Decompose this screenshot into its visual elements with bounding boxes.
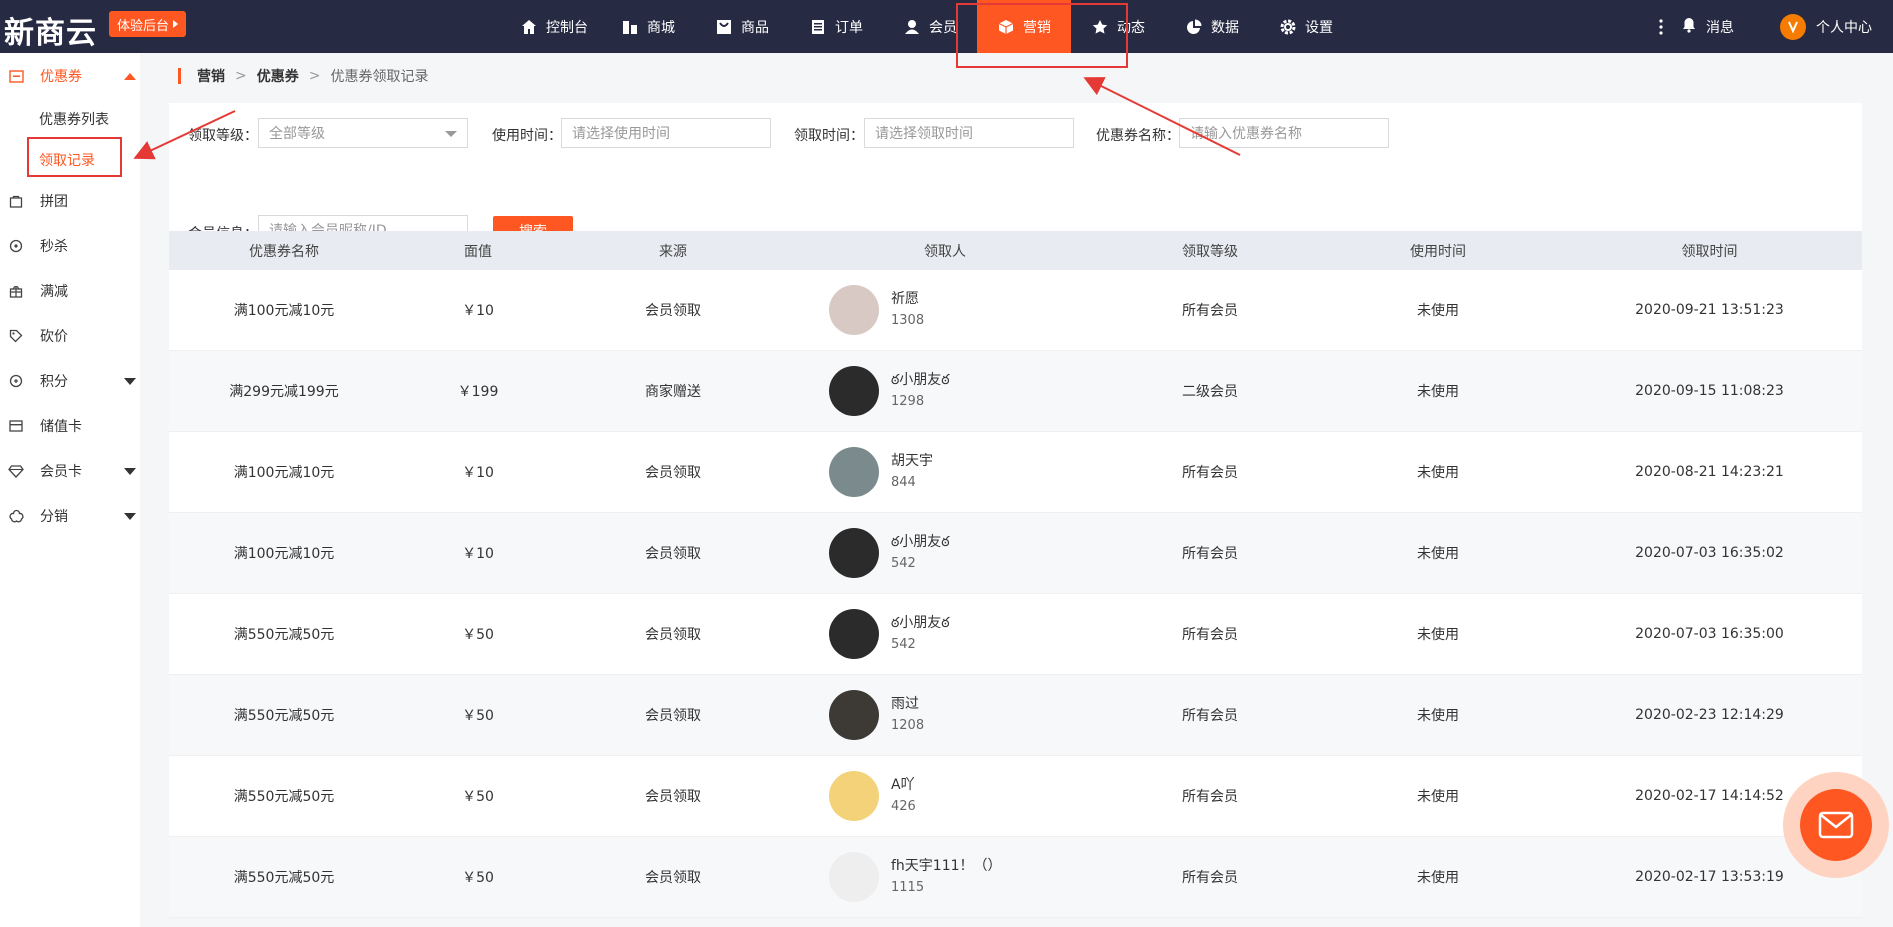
annotation-arrows xyxy=(133,77,1241,160)
floating-message-button[interactable] xyxy=(1783,772,1889,878)
envelope-icon xyxy=(1800,789,1872,861)
